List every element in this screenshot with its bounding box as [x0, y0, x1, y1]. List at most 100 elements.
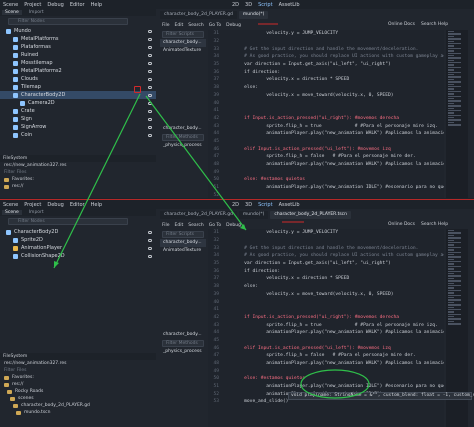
filesystem-row[interactable]: Rocky Roads	[0, 388, 156, 395]
tab-scene[interactable]: Scene	[2, 210, 22, 215]
menu-search[interactable]: Search	[188, 23, 203, 28]
filesystem-path[interactable]: res://new_animation327.res	[0, 360, 156, 367]
menu-help[interactable]: Help	[91, 202, 102, 208]
menu-project[interactable]: Project	[24, 202, 41, 208]
tree-node[interactable]: CharacterBody2D	[0, 228, 156, 236]
menu-project[interactable]: Project	[24, 2, 41, 8]
tree-node[interactable]: Crate	[0, 107, 156, 115]
code-minimap[interactable]	[446, 30, 468, 198]
tree-node[interactable]: Camera2D	[0, 99, 156, 107]
tree-node[interactable]: Mundo	[0, 27, 156, 35]
visibility-eye-icon[interactable]	[148, 230, 152, 234]
filesystem-row[interactable]: character_body_2d_PLAYER.gd	[0, 402, 156, 409]
menu-scene[interactable]: Scene	[3, 202, 18, 208]
filesystem-row[interactable]: Favorites:	[0, 374, 156, 381]
tree-node[interactable]: SignArrow	[0, 123, 156, 131]
visibility-eye-icon[interactable]	[148, 45, 152, 49]
menu-goto[interactable]: Go To	[209, 23, 221, 28]
menu-scene[interactable]: Scene	[3, 2, 18, 8]
filter-files-input[interactable]: Filter Files	[0, 367, 156, 374]
menu-debug[interactable]: Debug	[47, 2, 63, 8]
tree-node[interactable]: Sprite2D	[0, 236, 156, 244]
filter-methods-input[interactable]: Filter Methods	[162, 134, 204, 141]
visibility-eye-icon[interactable]	[148, 125, 152, 129]
visibility-eye-icon[interactable]	[148, 117, 152, 121]
workspace-script[interactable]: Script	[258, 2, 273, 8]
tree-node[interactable]: Sign	[0, 115, 156, 123]
tree-node[interactable]: Clouds	[0, 75, 156, 83]
menu-debug-script[interactable]: Debug	[226, 23, 241, 28]
res-row[interactable]: res://	[0, 183, 156, 190]
script-list-item[interactable]: AnimatedTexture	[160, 247, 206, 255]
online-docs-button[interactable]: Online Docs	[388, 22, 415, 27]
visibility-eye-icon[interactable]	[148, 37, 152, 41]
method-list-item[interactable]: _physics_process	[160, 142, 206, 150]
script-icon[interactable]	[134, 86, 141, 93]
filter-scripts-input[interactable]: Filter Scripts	[162, 31, 204, 38]
menu-help[interactable]: Help	[91, 2, 102, 8]
visibility-eye-icon[interactable]	[148, 109, 152, 113]
tree-node[interactable]: Mosstilemap	[0, 59, 156, 67]
tree-node[interactable]: CollisionShape2D	[0, 252, 156, 260]
visibility-eye-icon[interactable]	[148, 101, 152, 105]
filesystem-row[interactable]: mundo.tscn	[0, 409, 156, 416]
tree-node[interactable]: Coin	[0, 131, 156, 139]
visibility-eye-icon[interactable]	[148, 29, 152, 33]
menu-debug-script[interactable]: Debug	[226, 223, 241, 228]
tab-player-scene[interactable]: character_body_2d_PLAYER.tscn	[270, 210, 351, 219]
tab-import[interactable]: Import	[26, 210, 47, 215]
code-editor[interactable]: 31 velocity.y = JUMP_VELOCITY 32 33 # Get …	[208, 30, 444, 198]
workspace-3d[interactable]: 3D	[245, 2, 252, 8]
workspace-2d[interactable]: 2D	[232, 2, 239, 8]
visibility-eye-icon[interactable]	[148, 93, 152, 97]
tree-node[interactable]: CharacterBody2D	[0, 91, 156, 99]
filter-nodes-input[interactable]: Filter Nodes	[8, 18, 128, 25]
menu-edit[interactable]: Edit	[175, 223, 184, 228]
visibility-eye-icon[interactable]	[148, 53, 152, 57]
menu-file[interactable]: File	[162, 23, 170, 28]
filesystem-row[interactable]: scenes	[0, 395, 156, 402]
tree-node[interactable]: Tilemap	[0, 83, 156, 91]
tab-player-script[interactable]: character_body_2d_PLAYER.gd	[160, 210, 237, 219]
tree-node[interactable]: Ruined	[0, 51, 156, 59]
filter-methods-input[interactable]: Filter Methods	[162, 340, 204, 347]
tab-import[interactable]: Import	[26, 10, 47, 15]
tab-player-script[interactable]: character_body_2d_PLAYER.gd	[160, 10, 237, 19]
workspace-2d[interactable]: 2D	[232, 202, 239, 208]
workspace-assetlib[interactable]: AssetLib	[279, 202, 300, 208]
visibility-eye-icon[interactable]	[148, 133, 152, 137]
menu-search[interactable]: Search	[188, 223, 203, 228]
menu-goto[interactable]: Go To	[209, 223, 221, 228]
script-list-item[interactable]: character_body...	[160, 39, 206, 47]
online-docs-button[interactable]: Online Docs	[388, 222, 415, 227]
menu-editor[interactable]: Editor	[70, 202, 85, 208]
visibility-eye-icon[interactable]	[148, 85, 152, 89]
workspace-3d[interactable]: 3D	[245, 202, 252, 208]
workspace-assetlib[interactable]: AssetLib	[279, 2, 300, 8]
visibility-eye-icon[interactable]	[148, 238, 152, 242]
visibility-eye-icon[interactable]	[148, 77, 152, 81]
tree-node[interactable]: MetalPlatforms2	[0, 67, 156, 75]
menu-file[interactable]: File	[162, 223, 170, 228]
tab-mundo[interactable]: mundo(*)	[238, 10, 269, 19]
filter-files-input[interactable]: Filter Files	[0, 169, 156, 176]
menu-edit[interactable]: Edit	[175, 23, 184, 28]
visibility-eye-icon[interactable]	[148, 61, 152, 65]
script-list-item[interactable]: character_body...	[160, 239, 206, 247]
filter-nodes-input[interactable]: Filter Nodes	[8, 218, 128, 225]
favorites-row[interactable]: Favorites:	[0, 176, 156, 183]
visibility-eye-icon[interactable]	[148, 69, 152, 73]
menu-debug[interactable]: Debug	[47, 202, 63, 208]
search-help-button[interactable]: Search Help	[421, 22, 448, 27]
tab-scene[interactable]: Scene	[2, 10, 22, 15]
visibility-eye-icon[interactable]	[148, 254, 152, 258]
tree-node[interactable]: MetalPlatforms	[0, 35, 156, 43]
filesystem-row[interactable]: res://	[0, 381, 156, 388]
visibility-eye-icon[interactable]	[148, 246, 152, 250]
filesystem-path[interactable]: res://new_animation327.res	[0, 162, 156, 169]
script-list-item[interactable]: AnimatedTexture	[160, 47, 206, 55]
tab-mundo[interactable]: mundo(*)	[238, 210, 269, 219]
menu-editor[interactable]: Editor	[70, 2, 85, 8]
filter-scripts-input[interactable]: Filter Scripts	[162, 231, 204, 238]
workspace-script[interactable]: Script	[258, 202, 273, 208]
